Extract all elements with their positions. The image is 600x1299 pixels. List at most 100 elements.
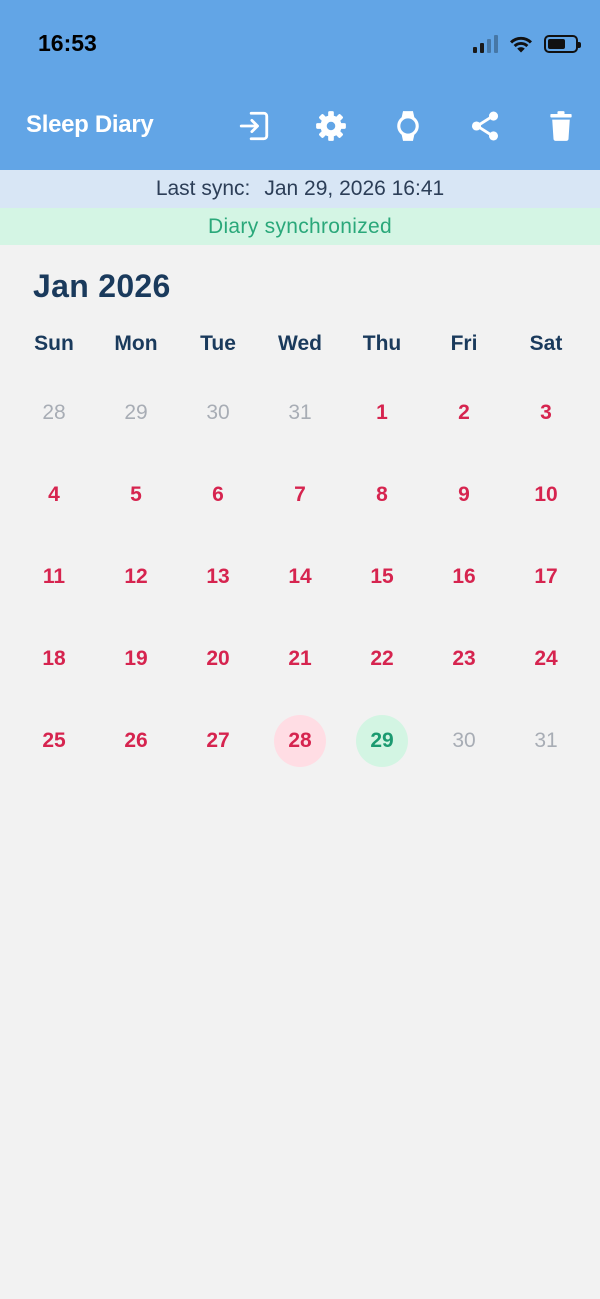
watch-button[interactable] — [386, 104, 430, 148]
weekday-label: Fri — [450, 332, 478, 355]
calendar-day-label: 14 — [288, 565, 312, 588]
calendar-day[interactable]: 29 — [95, 372, 177, 454]
calendar-day[interactable]: 11 — [13, 536, 95, 618]
calendar-day-label: 8 — [376, 483, 388, 506]
calendar-day-label: 29 — [124, 401, 148, 424]
calendar-day[interactable]: 17 — [505, 536, 587, 618]
calendar-day-label: 31 — [534, 729, 558, 752]
calendar-day[interactable]: 28 — [13, 372, 95, 454]
calendar-day[interactable]: 24 — [505, 618, 587, 700]
calendar-day-label: 27 — [206, 729, 230, 752]
calendar-day-label: 21 — [288, 647, 312, 670]
share-icon — [471, 111, 499, 141]
sync-status-text: Diary synchronized — [208, 214, 392, 238]
calendar-day-label: 3 — [540, 401, 552, 424]
calendar-day[interactable]: 27 — [177, 700, 259, 782]
settings-button[interactable] — [309, 104, 353, 148]
calendar-day[interactable]: 21 — [259, 618, 341, 700]
calendar-day[interactable]: 2 — [423, 372, 505, 454]
calendar-day[interactable]: 31 — [259, 372, 341, 454]
calendar-day[interactable]: 18 — [13, 618, 95, 700]
calendar-day[interactable]: 31 — [505, 700, 587, 782]
calendar-day-label: 26 — [124, 729, 148, 752]
calendar-day[interactable]: 3 — [505, 372, 587, 454]
calendar-day[interactable]: 10 — [505, 454, 587, 536]
trash-icon — [550, 111, 572, 141]
toolbar — [0, 104, 600, 148]
calendar-day[interactable]: 16 — [423, 536, 505, 618]
calendar-day-label: 17 — [534, 565, 558, 588]
calendar-day[interactable]: 29 — [341, 700, 423, 782]
weekday-label: Mon — [114, 332, 158, 355]
weekday-label: Sun — [34, 332, 74, 355]
calendar-day[interactable]: 6 — [177, 454, 259, 536]
calendar-day-label: 12 — [124, 565, 148, 588]
watch-icon — [397, 111, 419, 141]
calendar-day-label: 19 — [124, 647, 148, 670]
calendar-day-label: 16 — [452, 565, 476, 588]
last-sync-bar: Last sync: Jan 29, 2026 16:41 — [0, 170, 600, 208]
calendar-day[interactable]: 4 — [13, 454, 95, 536]
weekday-label: Wed — [278, 332, 322, 355]
calendar-day[interactable]: 22 — [341, 618, 423, 700]
app-header: 16:53 Sleep Diary — [0, 0, 600, 170]
last-sync-value: Jan 29, 2026 16:41 — [264, 177, 445, 200]
calendar-day-label: 18 — [42, 647, 66, 670]
battery-icon — [544, 35, 581, 53]
calendar-day[interactable]: 15 — [341, 536, 423, 618]
battery-level — [548, 39, 565, 49]
calendar-day[interactable]: 25 — [13, 700, 95, 782]
weekday-label: Thu — [362, 332, 402, 355]
weekday-label: Tue — [200, 332, 236, 355]
calendar-day-label: 7 — [294, 483, 306, 506]
delete-button[interactable] — [539, 104, 583, 148]
calendar-day-label: 30 — [452, 729, 476, 752]
calendar-day-label: 2 — [458, 401, 470, 424]
weekday-label: Sat — [529, 332, 563, 355]
status-time: 16:53 — [38, 30, 97, 56]
calendar-day-label: 1 — [376, 401, 388, 424]
calendar-day-label: 11 — [42, 565, 66, 588]
wifi-icon — [510, 36, 532, 53]
calendar-day[interactable]: 23 — [423, 618, 505, 700]
gear-icon — [316, 111, 346, 141]
status-icons — [473, 32, 581, 56]
logout-icon — [239, 111, 269, 141]
calendar-day[interactable]: 30 — [423, 700, 505, 782]
calendar-day[interactable]: 1 — [341, 372, 423, 454]
calendar-day-label: 23 — [452, 647, 476, 670]
last-sync-label: Last sync: — [155, 177, 251, 200]
calendar-day[interactable]: 28 — [259, 700, 341, 782]
calendar-day[interactable]: 30 — [177, 372, 259, 454]
calendar-day-label: 28 — [42, 401, 66, 424]
calendar-day[interactable]: 5 — [95, 454, 177, 536]
logout-button[interactable] — [232, 104, 276, 148]
calendar-day-label: 22 — [370, 647, 394, 670]
calendar-day-label: 24 — [534, 647, 558, 670]
calendar-day-label: 6 — [212, 483, 224, 506]
calendar-day-label: 4 — [48, 483, 60, 506]
month-title: Jan 2026 — [33, 268, 171, 304]
calendar-day-label: 10 — [534, 483, 558, 506]
calendar-day[interactable]: 8 — [341, 454, 423, 536]
calendar-day-label: 25 — [42, 729, 66, 752]
calendar-day-label: 31 — [288, 401, 312, 424]
calendar-day-label: 13 — [206, 565, 230, 588]
calendar-day-label: 29 — [356, 715, 408, 767]
calendar-grid: 28 29 30 31 1 2 3 4 5 6 7 8 9 10 11 12 13 14 15 16 17 18 19 20 2… — [13, 372, 587, 782]
calendar-day-label: 30 — [206, 401, 230, 424]
calendar-day-label: 20 — [206, 647, 230, 670]
calendar-day[interactable]: 19 — [95, 618, 177, 700]
calendar-day[interactable]: 14 — [259, 536, 341, 618]
calendar-day-label: 9 — [458, 483, 470, 506]
calendar-day-label: 28 — [274, 715, 326, 767]
weekday-header: Sun Mon Tue Wed Thu Fri Sat — [13, 332, 587, 356]
calendar-day[interactable]: 20 — [177, 618, 259, 700]
calendar-day[interactable]: 7 — [259, 454, 341, 536]
sync-status-bar: Diary synchronized — [0, 208, 600, 245]
share-button[interactable] — [463, 104, 507, 148]
calendar-day[interactable]: 26 — [95, 700, 177, 782]
calendar-day[interactable]: 12 — [95, 536, 177, 618]
calendar-day[interactable]: 9 — [423, 454, 505, 536]
calendar-day[interactable]: 13 — [177, 536, 259, 618]
